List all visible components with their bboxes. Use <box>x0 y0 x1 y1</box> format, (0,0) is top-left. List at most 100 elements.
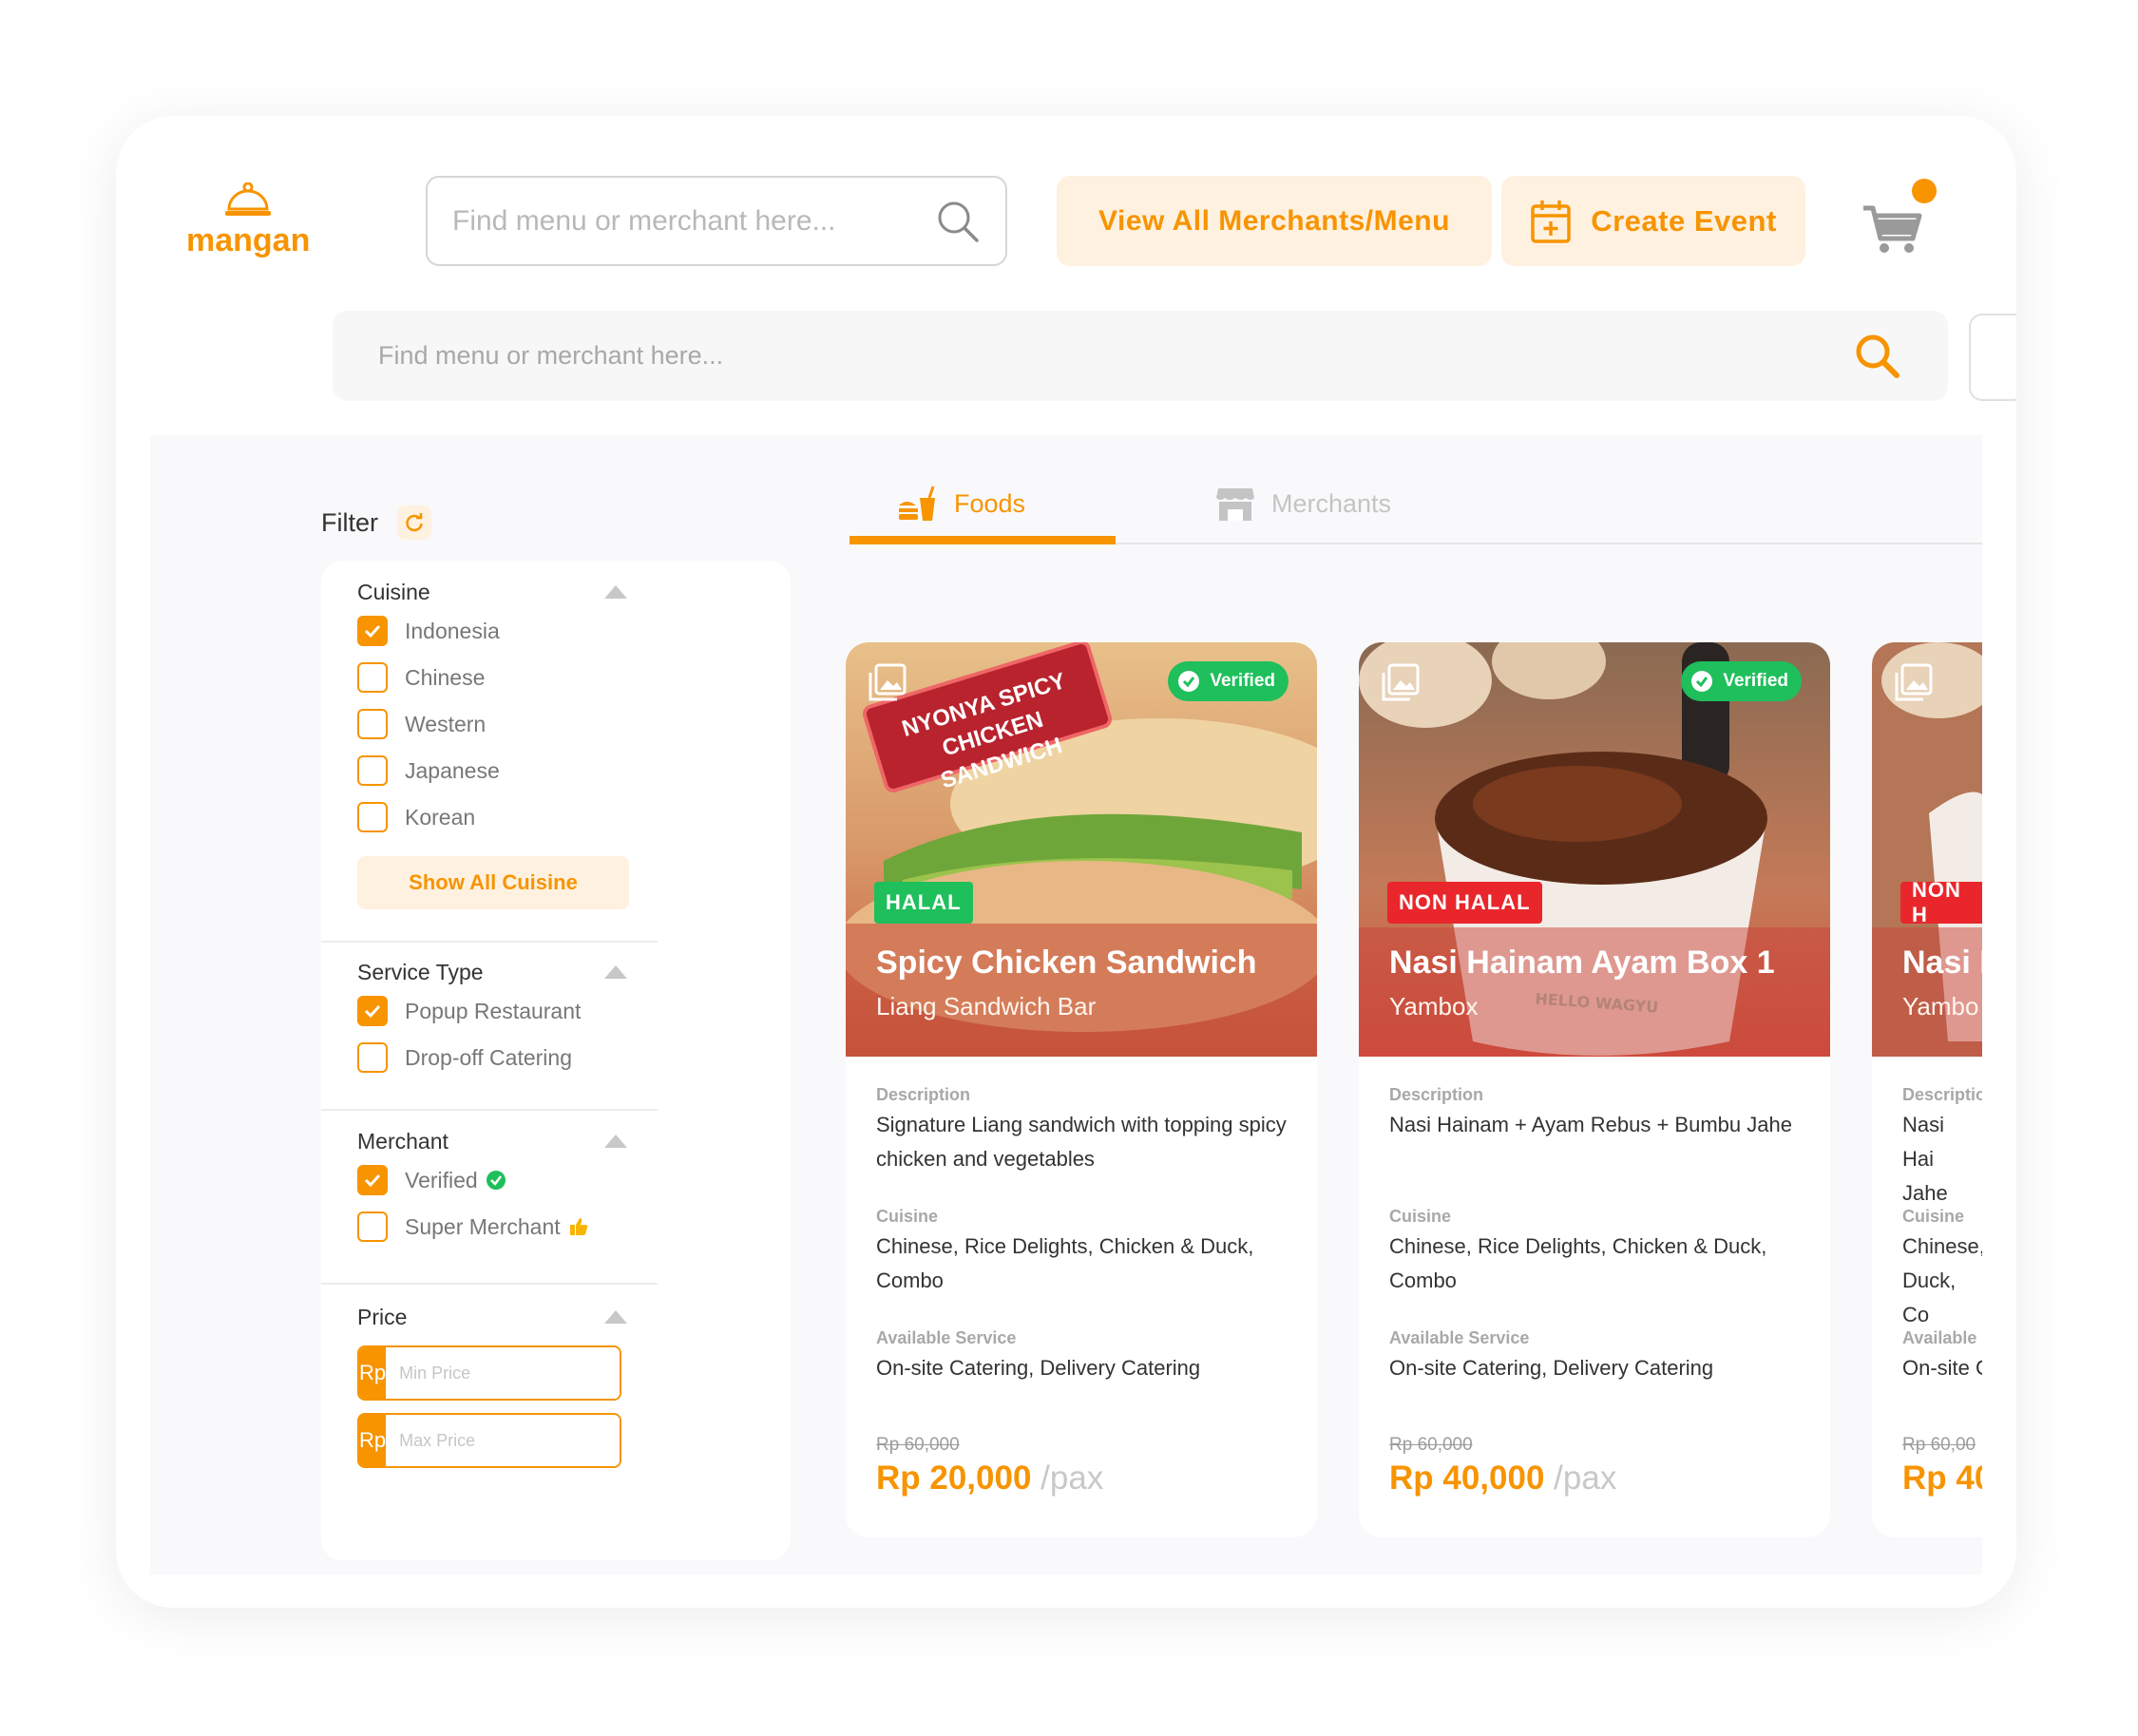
description-text: Signature Liang sandwich with topping sp… <box>876 1113 1287 1171</box>
option-label: Drop-off Catering <box>405 1044 572 1070</box>
header-search <box>426 176 1007 266</box>
menu-title: Nasi Hainam Ayam Box 1 <box>1389 944 1775 981</box>
service-option-popup[interactable]: Popup Restaurant <box>357 996 581 1026</box>
search-icon[interactable] <box>1853 332 1902 381</box>
secondary-search <box>333 311 1948 401</box>
cuisine-text: Chinese, Rice Delights, Chicken & Duck, … <box>1389 1234 1767 1292</box>
menu-title: Spicy Chicken Sandwich <box>876 944 1257 981</box>
description-label: Descriptio <box>1902 1085 1982 1104</box>
food-image[interactable]: NYONYA SPICY CHICKEN SANDWICH Verified H… <box>846 642 1317 1057</box>
verified-check-icon <box>1178 671 1200 692</box>
halal-badge: HALAL <box>874 882 973 924</box>
cuisine-option-chinese[interactable]: Chinese <box>357 662 485 693</box>
filter-title: Filter <box>321 507 378 537</box>
search-icon[interactable] <box>935 199 981 244</box>
cuisine-option-western[interactable]: Western <box>357 709 486 739</box>
service-type-collapse-caret-icon[interactable] <box>604 965 627 979</box>
min-price-input[interactable] <box>386 1347 620 1399</box>
calendar-plus-icon <box>1531 200 1571 243</box>
merchant-option-verified[interactable]: Verified <box>357 1165 506 1195</box>
checkbox[interactable] <box>357 709 388 739</box>
thumbs-up-icon <box>569 1218 587 1235</box>
food-card-partial[interactable]: NON H Nasi H Yambo Descriptio Nasi Hai J… <box>1872 642 1982 1537</box>
check-icon <box>364 1004 381 1019</box>
merchant-option-super[interactable]: Super Merchant <box>357 1211 589 1242</box>
cuisine-label: Cuisine <box>1902 1207 1965 1226</box>
merchant-name[interactable]: Yambox <box>1389 992 1478 1021</box>
checkbox[interactable] <box>357 1211 388 1242</box>
service-text: On-site C <box>1902 1356 1982 1380</box>
service-label: Available Service <box>1389 1328 1530 1347</box>
option-label: Japanese <box>405 757 500 783</box>
description-label: Description <box>876 1085 971 1104</box>
original-price: Rp 60,000 <box>876 1435 960 1455</box>
checkbox[interactable] <box>357 1042 388 1073</box>
app-window: mangan View All Merchants/Menu Create Ev… <box>116 116 2016 1608</box>
checkbox[interactable] <box>357 802 388 832</box>
checkbox-checked[interactable] <box>357 1165 388 1195</box>
reset-filter-button[interactable] <box>397 506 431 540</box>
view-all-merchants-button[interactable]: View All Merchants/Menu <box>1057 176 1492 266</box>
verified-check-icon <box>1691 671 1713 692</box>
cuisine-label: Cuisine <box>1389 1207 1452 1226</box>
verified-label: Verified <box>1723 671 1788 691</box>
original-price: Rp 60,00 <box>1902 1435 1976 1455</box>
description-text: Nasi Hai Jahe <box>1902 1113 1948 1205</box>
max-price-input[interactable] <box>386 1415 620 1466</box>
cuisine-text: Chinese, Rice Delights, Chicken & Duck, … <box>876 1234 1254 1292</box>
cart-notification-dot <box>1912 179 1937 203</box>
merchant-heading: Merchant <box>357 1129 449 1154</box>
cuisine-collapse-caret-icon[interactable] <box>604 585 627 599</box>
currency-prefix: Rp <box>359 1347 387 1399</box>
price-collapse-caret-icon[interactable] <box>604 1310 627 1324</box>
gallery-icon[interactable] <box>1382 663 1420 701</box>
gallery-icon[interactable] <box>1895 663 1933 701</box>
cart-icon[interactable] <box>1860 197 1926 263</box>
logo[interactable]: mangan <box>186 182 310 259</box>
food-image[interactable]: NON H Nasi H Yambo <box>1872 642 1982 1057</box>
verified-label: Verified <box>1210 671 1275 691</box>
tab-label: Merchants <box>1271 488 1392 518</box>
tab-foods[interactable]: Foods <box>897 485 1025 523</box>
cuisine-option-korean[interactable]: Korean <box>357 802 475 832</box>
verified-badge: Verified <box>1168 661 1289 701</box>
checkbox-checked[interactable] <box>357 996 388 1026</box>
search-input[interactable] <box>452 204 935 238</box>
max-price-field: Rp <box>357 1413 621 1468</box>
create-event-label: Create Event <box>1591 203 1777 238</box>
secondary-search-input[interactable] <box>378 341 1853 371</box>
currency-prefix: Rp <box>359 1415 387 1466</box>
cuisine-option-japanese[interactable]: Japanese <box>357 755 500 786</box>
food-image[interactable]: HELLO WAGYU Verified NON HALAL Nasi Hain… <box>1359 642 1830 1057</box>
service-text: On-site Catering, Delivery Catering <box>876 1356 1201 1380</box>
price: Rp 20,000 /pax <box>876 1459 1103 1498</box>
verified-badge: Verified <box>1681 661 1802 701</box>
merchant-collapse-caret-icon[interactable] <box>604 1135 627 1148</box>
merchant-name[interactable]: Liang Sandwich Bar <box>876 992 1096 1021</box>
food-card[interactable]: HELLO WAGYU Verified NON HALAL Nasi Hain… <box>1359 642 1830 1537</box>
service-text: On-site Catering, Delivery Catering <box>1389 1356 1714 1380</box>
service-option-dropoff[interactable]: Drop-off Catering <box>357 1042 572 1073</box>
show-all-cuisine-button[interactable]: Show All Cuisine <box>357 856 629 909</box>
cuisine-option-indonesia[interactable]: Indonesia <box>357 616 500 646</box>
checkbox-checked[interactable] <box>357 616 388 646</box>
merchant-name[interactable]: Yambo <box>1902 992 1978 1021</box>
logo-text: mangan <box>186 222 311 258</box>
gallery-icon[interactable] <box>869 663 907 701</box>
view-all-label: View All Merchants/Menu <box>1098 204 1450 237</box>
price-value: Rp 40 <box>1902 1459 1982 1497</box>
tab-label: Foods <box>954 488 1026 518</box>
option-label: Western <box>405 711 487 736</box>
create-event-button[interactable]: Create Event <box>1501 176 1805 266</box>
cuisine-heading: Cuisine <box>357 580 430 604</box>
price: Rp 40,000 /pax <box>1389 1459 1616 1498</box>
tab-merchants[interactable]: Merchants <box>1214 485 1391 523</box>
non-halal-badge: NON H <box>1900 878 1982 926</box>
checkbox[interactable] <box>357 755 388 786</box>
check-icon <box>364 624 381 639</box>
checkbox[interactable] <box>357 662 388 693</box>
secondary-search-side-box[interactable] <box>1969 314 2016 401</box>
store-icon <box>1216 488 1254 521</box>
food-card[interactable]: NYONYA SPICY CHICKEN SANDWICH Verified H… <box>846 642 1317 1537</box>
cuisine-text: Chinese, Duck, Co <box>1902 1234 1982 1326</box>
